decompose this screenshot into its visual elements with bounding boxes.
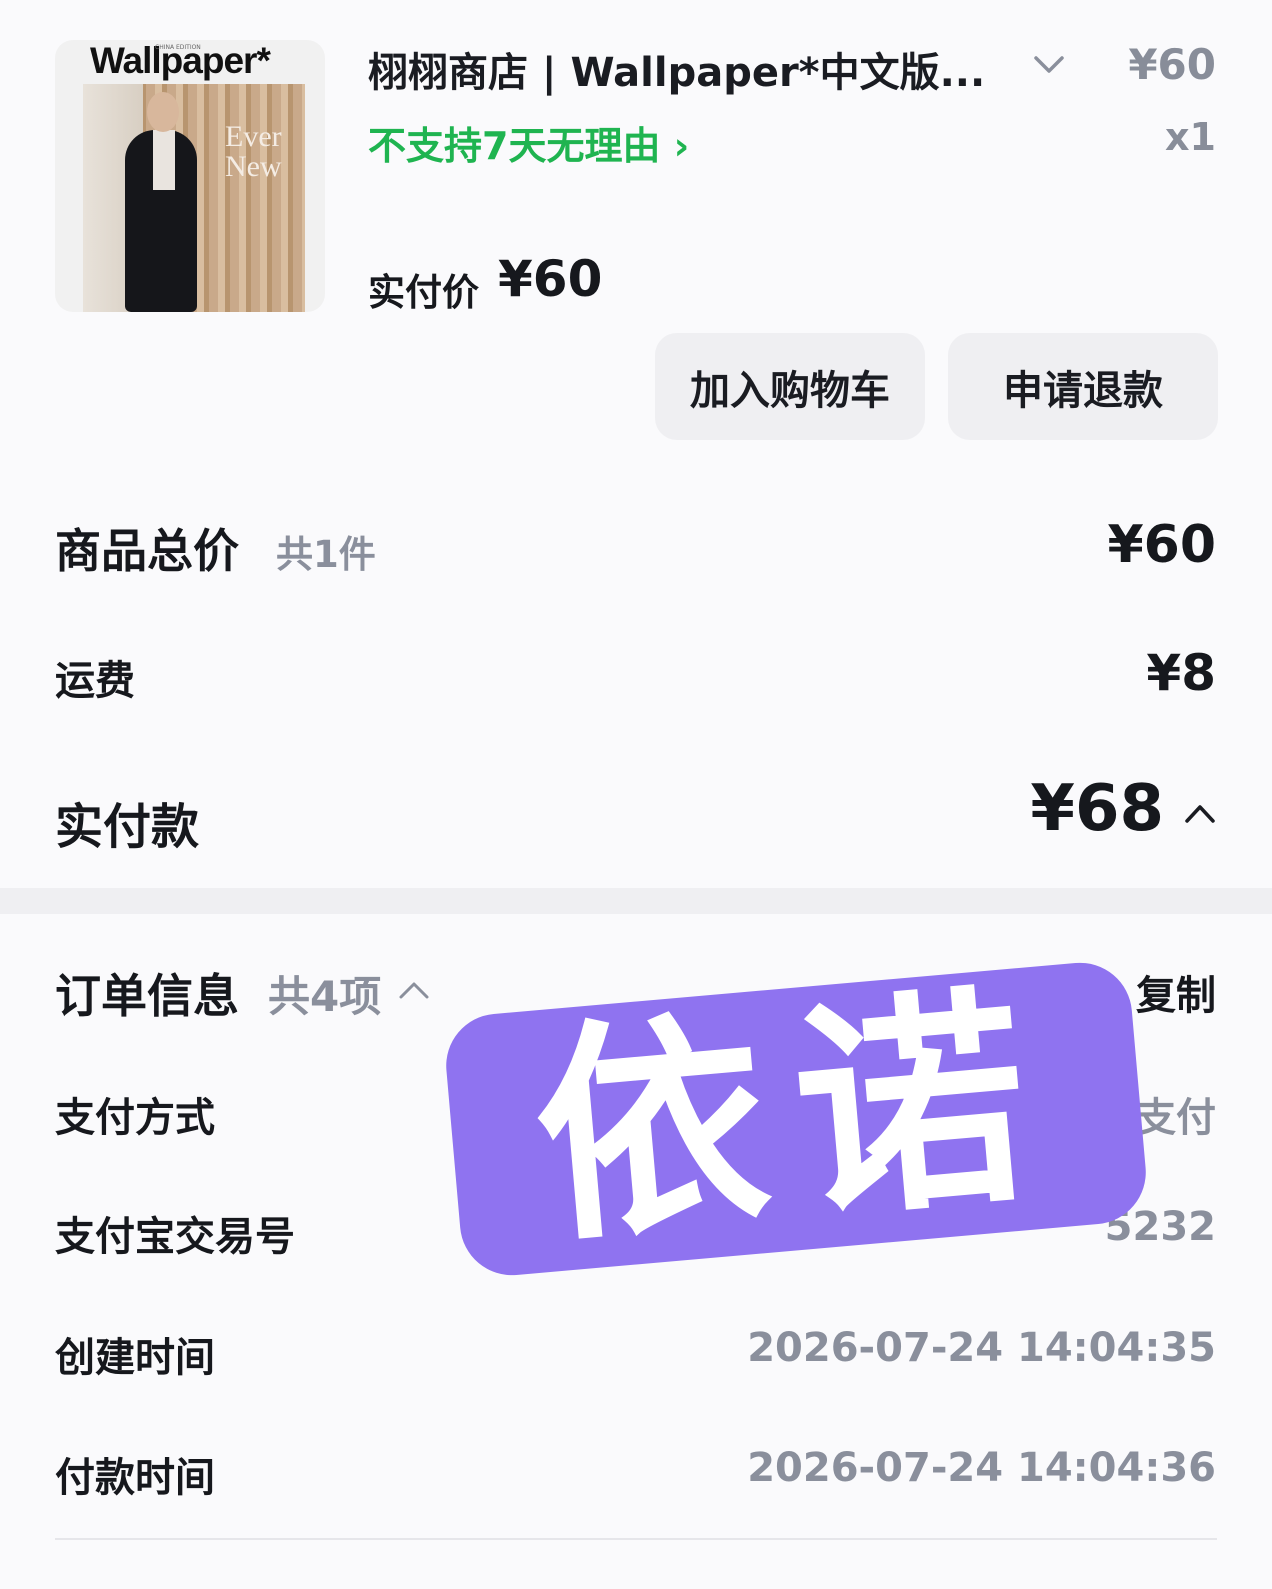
- chevron-up-icon[interactable]: [1184, 802, 1216, 824]
- return-policy-link[interactable]: 不支持7天无理由 ›: [368, 115, 689, 170]
- section-divider: [0, 888, 1272, 914]
- cover-figure-head: [147, 92, 179, 132]
- payment-method-value: 支付: [1136, 1095, 1216, 1141]
- cover-headline-line-1: Ever: [225, 120, 282, 153]
- order-info-label: 创建时间: [55, 1335, 215, 1381]
- shipping-fee: ¥8: [1146, 644, 1216, 702]
- total-paid-label: 实付款: [55, 799, 200, 855]
- watermark-text: 依诺: [525, 962, 1067, 1275]
- order-info-label: 付款时间: [55, 1455, 215, 1501]
- product-title[interactable]: 栩栩商店 | Wallpaper*中文版...: [368, 40, 985, 98]
- total-paid[interactable]: ¥68: [1030, 772, 1164, 846]
- watermark-stamp: 依诺: [441, 958, 1151, 1280]
- order-info-title: 订单信息: [55, 969, 239, 1023]
- copy-button[interactable]: 复制: [1136, 963, 1216, 1021]
- goods-total: ¥60: [1107, 515, 1216, 575]
- cover-edition: CHINA EDITION: [155, 44, 201, 51]
- unit-price: ¥60: [1128, 40, 1216, 89]
- cover-headline-line-2: New: [225, 150, 282, 183]
- product-thumbnail[interactable]: Wallpaper* CHINA EDITION Ever New: [55, 40, 325, 312]
- cover-figure-shirt: [153, 130, 175, 190]
- paid-price: ¥60: [498, 250, 603, 308]
- cover-headline: Ever New: [225, 122, 282, 182]
- goods-total-label: 商品总价: [55, 524, 239, 578]
- chevron-up-icon[interactable]: [398, 980, 430, 1000]
- paid-time-value: 2026-07-24 14:04:36: [747, 1445, 1216, 1491]
- order-info-count: 共4项: [268, 972, 382, 1021]
- quantity: x1: [1165, 115, 1216, 159]
- refund-button[interactable]: 申请退款: [948, 333, 1218, 440]
- created-time-value: 2026-07-24 14:04:35: [747, 1325, 1216, 1371]
- add-to-cart-button[interactable]: 加入购物车: [655, 333, 925, 440]
- bottom-divider: [55, 1538, 1217, 1540]
- order-info-label: 支付方式: [55, 1095, 215, 1141]
- goods-count: 共1件: [276, 533, 376, 576]
- order-info-label: 支付宝交易号: [55, 1214, 295, 1260]
- shipping-label: 运费: [55, 658, 135, 704]
- chevron-down-icon[interactable]: [1034, 56, 1064, 74]
- paid-price-label: 实付价: [368, 271, 479, 314]
